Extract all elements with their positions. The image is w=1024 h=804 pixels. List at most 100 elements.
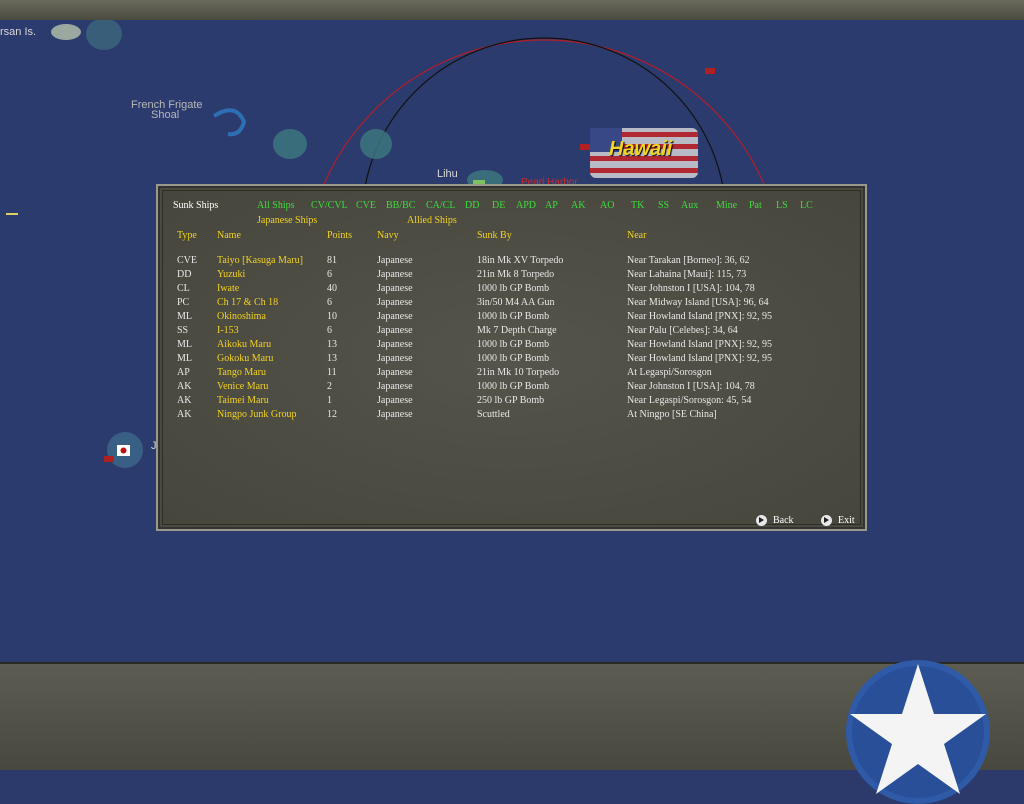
column-header[interactable]: Name xyxy=(217,230,241,242)
table-cell: Near Legaspi/Sorosgon: 45, 54 xyxy=(627,395,752,406)
table-cell[interactable]: I-153 xyxy=(217,325,239,337)
exit-label: Exit xyxy=(838,515,855,526)
filter-tab[interactable]: CVE xyxy=(356,200,376,212)
column-header[interactable]: Navy xyxy=(377,230,399,242)
table-cell: Mk 7 Depth Charge xyxy=(477,325,557,336)
top-toolbar xyxy=(0,0,1024,21)
dialog-panel: Sunk Ships All Ships CV/CVL CVE BB/BC CA/CL D… xyxy=(162,190,861,526)
table-cell: CL xyxy=(177,283,190,294)
table-cell: Japanese xyxy=(377,311,413,322)
column-header[interactable]: Type xyxy=(177,230,197,242)
filter-tab[interactable]: SS xyxy=(658,200,669,212)
table-cell: 21in Mk 10 Torpedo xyxy=(477,367,560,378)
filter-tab[interactable]: APD xyxy=(516,200,536,212)
us-star-roundel-icon[interactable] xyxy=(846,660,990,804)
table-cell: Near Howland Island [PNX]: 92, 95 xyxy=(627,353,772,364)
table-cell: 18in Mk XV Torpedo xyxy=(477,255,564,266)
table-cell: Japanese xyxy=(377,381,413,392)
sunk-ships-dialog: Sunk Ships All Ships CV/CVL CVE BB/BC CA/CL D… xyxy=(156,184,867,531)
filter-tab[interactable]: BB/BC xyxy=(386,200,415,212)
table-cell: Japanese xyxy=(377,353,413,364)
table-cell: 13 xyxy=(327,339,337,350)
unit-marker-icon xyxy=(705,68,715,74)
table-cell: 13 xyxy=(327,353,337,364)
table-cell[interactable]: Yuzuki xyxy=(217,269,245,281)
exit-button[interactable]: Exit xyxy=(821,515,855,526)
table-cell: 2 xyxy=(327,381,332,392)
filter-tab[interactable]: Mine xyxy=(716,200,737,212)
filter-tab[interactable]: AK xyxy=(571,200,585,212)
table-cell: Near Johnston I [USA]: 104, 78 xyxy=(627,381,755,392)
table-cell: 6 xyxy=(327,269,332,280)
column-header[interactable]: Near xyxy=(627,230,646,242)
table-cell: 250 lb GP Bomb xyxy=(477,395,545,406)
filter-tab[interactable]: LC xyxy=(800,200,813,212)
table-cell: AK xyxy=(177,409,192,420)
table-cell[interactable]: Ningpo Junk Group xyxy=(217,409,296,421)
column-header[interactable]: Points xyxy=(327,230,352,242)
table-cell[interactable]: Gokoku Maru xyxy=(217,353,273,365)
table-cell[interactable]: Taimei Maru xyxy=(217,395,269,407)
map-label: Lihu xyxy=(437,168,458,180)
table-cell[interactable]: Aikoku Maru xyxy=(217,339,271,351)
column-header[interactable]: Sunk By xyxy=(477,230,512,242)
filter-tab[interactable]: AO xyxy=(600,200,614,212)
table-cell[interactable]: Ch 17 & Ch 18 xyxy=(217,297,278,309)
island xyxy=(360,129,392,159)
back-button[interactable]: Back xyxy=(756,515,794,526)
filter-tab[interactable]: LS xyxy=(776,200,788,212)
table-cell: Japanese xyxy=(377,297,413,308)
filter-tab[interactable]: DD xyxy=(465,200,479,212)
filter-tab[interactable]: Aux xyxy=(681,200,698,212)
dialog-title: Sunk Ships xyxy=(173,200,219,211)
filter-tab[interactable]: AP xyxy=(545,200,558,212)
filter-tab[interactable]: DE xyxy=(492,200,505,212)
table-cell: Japanese xyxy=(377,325,413,336)
table-cell: 6 xyxy=(327,325,332,336)
table-cell: 1 xyxy=(327,395,332,406)
table-cell: DD xyxy=(177,269,192,280)
table-cell: Japanese xyxy=(377,395,413,406)
table-cell: 6 xyxy=(327,297,332,308)
table-cell[interactable]: Okinoshima xyxy=(217,311,266,323)
table-cell: Japanese xyxy=(377,409,413,420)
hawaii-label: Hawaii xyxy=(609,138,673,160)
table-cell: 3in/50 M4 AA Gun xyxy=(477,297,555,308)
table-cell: CVE xyxy=(177,255,197,266)
map-label: rsan Is. xyxy=(0,26,37,38)
table-cell: ML xyxy=(177,353,192,364)
table-cell: Japanese xyxy=(377,283,413,294)
table-cell: 12 xyxy=(327,409,337,420)
filter-tab[interactable]: TK xyxy=(631,200,644,212)
arrow-right-icon xyxy=(821,515,832,526)
table-cell: 11 xyxy=(327,367,337,378)
table-cell: 1000 lb GP Bomb xyxy=(477,311,550,322)
filter-tab[interactable]: All Ships xyxy=(257,200,295,212)
back-label: Back xyxy=(773,515,794,526)
table-cell[interactable]: Tango Maru xyxy=(217,367,266,379)
table-cell: ML xyxy=(177,339,192,350)
table-cell: At Legaspi/Sorosgon xyxy=(627,367,712,378)
side-filter-tab[interactable]: Japanese Ships xyxy=(257,215,317,227)
filter-tab[interactable]: Pat xyxy=(749,200,762,212)
table-cell: 40 xyxy=(327,283,337,294)
side-filter-tab[interactable]: Allied Ships xyxy=(407,215,457,227)
island-glow xyxy=(86,20,122,50)
table-cell: AP xyxy=(177,367,190,378)
table-cell: Near Midway Island [USA]: 96, 64 xyxy=(627,297,769,308)
filter-tab[interactable]: CV/CVL xyxy=(311,200,348,212)
table-cell: 21in Mk 8 Torpedo xyxy=(477,269,555,280)
table-cell: Japanese xyxy=(377,339,413,350)
table-cell: Near Tarakan [Borneo]: 36, 62 xyxy=(627,255,750,266)
table-cell[interactable]: Iwate xyxy=(217,283,239,295)
table-cell: 81 xyxy=(327,255,337,266)
table-cell: AK xyxy=(177,395,192,406)
unit-marker-icon xyxy=(580,144,590,150)
table-cell: Japanese xyxy=(377,255,413,266)
table-cell: At Ningpo [SE China] xyxy=(627,409,717,420)
filter-tab[interactable]: CA/CL xyxy=(426,200,455,212)
table-cell[interactable]: Venice Maru xyxy=(217,381,268,393)
table-cell[interactable]: Taiyo [Kasuga Maru] xyxy=(217,255,303,267)
map-label: Shoal xyxy=(151,109,180,121)
island xyxy=(273,129,307,159)
